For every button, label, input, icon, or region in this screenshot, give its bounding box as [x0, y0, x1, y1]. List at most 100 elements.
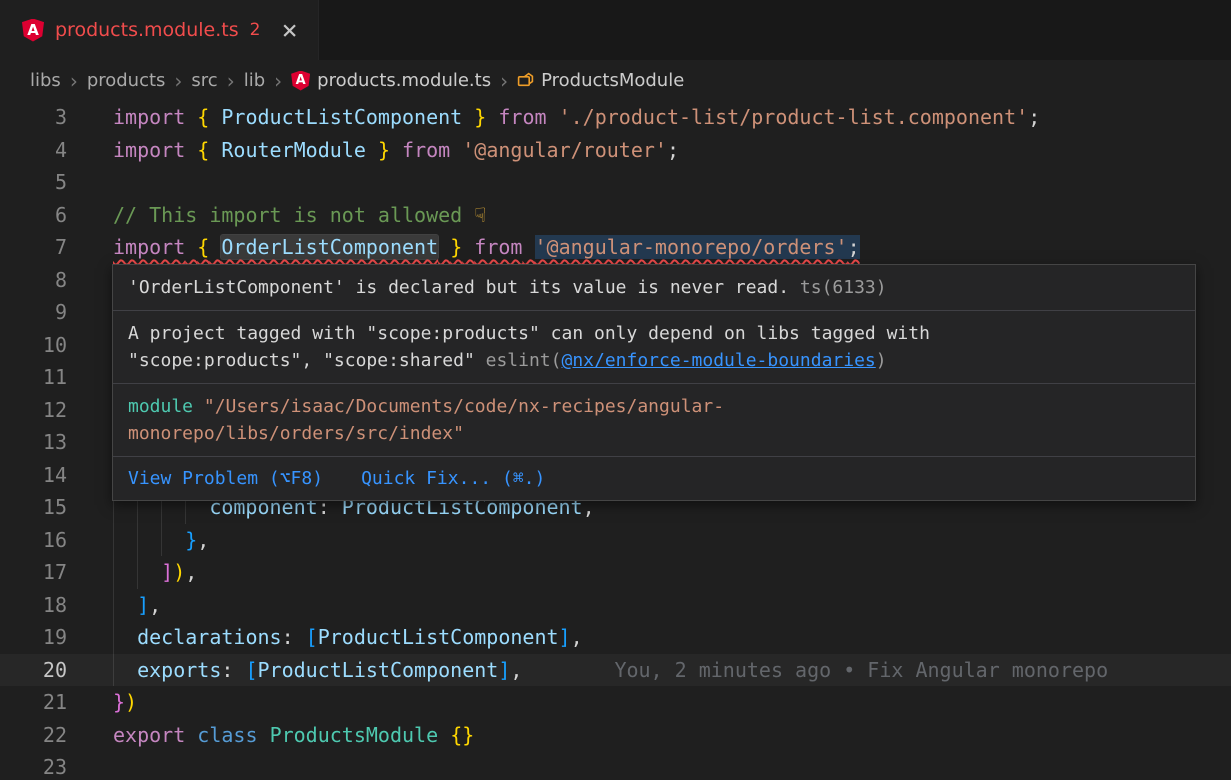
code-text[interactable]: // This import is not allowed ☟ [88, 199, 486, 232]
code-token [462, 235, 474, 259]
code-token: } [185, 528, 197, 552]
code-line[interactable]: 19declarations: [ProductListComponent], [0, 621, 1231, 654]
code-token: } [474, 105, 486, 129]
line-number[interactable]: 8 [0, 264, 88, 297]
code-token: '@angular/router' [462, 138, 667, 162]
code-line[interactable]: 20exports: [ProductListComponent],You, 2… [0, 654, 1231, 687]
hover-eslint-text1: A project tagged with "scope:products" c… [128, 323, 930, 344]
code-text[interactable]: }) [88, 686, 137, 719]
code-line[interactable]: 5 [0, 166, 1231, 199]
angular-file-icon: A [22, 19, 44, 42]
code-token [462, 105, 474, 129]
code-text[interactable]: ]), [88, 556, 197, 589]
code-token: export [113, 723, 185, 747]
code-text[interactable]: }, [88, 524, 209, 557]
close-icon[interactable]: × [281, 17, 297, 44]
line-number[interactable]: 13 [0, 426, 88, 459]
line-number[interactable]: 20 [0, 654, 88, 687]
code-token: , [197, 528, 209, 552]
code-line[interactable]: 3import { ProductListComponent } from '.… [0, 101, 1231, 134]
code-text[interactable] [88, 426, 113, 459]
code-token: RouterModule [221, 138, 366, 162]
code-text[interactable]: import { OrderListComponent } from '@ang… [88, 231, 860, 264]
code-token: [ [245, 658, 257, 682]
code-text[interactable] [88, 166, 113, 199]
breadcrumb-item-symbol[interactable]: ProductsModule [517, 70, 684, 91]
code-text[interactable] [88, 361, 113, 394]
line-number[interactable]: 23 [0, 751, 88, 780]
breadcrumb-item-src[interactable]: src [191, 70, 217, 91]
code-line[interactable]: 4import { RouterModule } from '@angular/… [0, 134, 1231, 167]
code-editor[interactable]: 3import { ProductListComponent } from '.… [0, 101, 1231, 780]
code-token: from [474, 235, 522, 259]
code-token: from [498, 105, 546, 129]
breadcrumb-item-file[interactable]: A products.module.ts [291, 70, 491, 91]
class-symbol-icon [517, 72, 534, 89]
angular-file-icon: A [291, 71, 310, 91]
code-text[interactable]: import { RouterModule } from '@angular/r… [88, 134, 679, 167]
code-line[interactable]: 7import { OrderListComponent } from '@an… [0, 231, 1231, 264]
code-text[interactable]: export class ProductsModule {} [88, 719, 474, 752]
line-number[interactable]: 19 [0, 621, 88, 654]
line-number[interactable]: 22 [0, 719, 88, 752]
code-line[interactable]: 18], [0, 589, 1231, 622]
eslint-rule-link[interactable]: @nx/enforce-module-boundaries [561, 350, 875, 371]
line-number[interactable]: 6 [0, 199, 88, 232]
indent-guide [113, 524, 137, 557]
code-line[interactable]: 23 [0, 751, 1231, 780]
line-number[interactable]: 4 [0, 134, 88, 167]
code-text[interactable] [88, 394, 113, 427]
code-text[interactable]: import { ProductListComponent } from './… [88, 101, 1040, 134]
breadcrumb-item-products[interactable]: products [87, 70, 166, 91]
code-text[interactable] [88, 751, 113, 780]
code-text[interactable] [88, 459, 113, 492]
line-number[interactable]: 3 [0, 101, 88, 134]
code-line[interactable]: 22export class ProductsModule {} [0, 719, 1231, 752]
hover-module-line1: module "/Users/isaac/Documents/code/nx-r… [128, 393, 1180, 420]
line-number[interactable]: 11 [0, 361, 88, 394]
line-number[interactable]: 9 [0, 296, 88, 329]
code-text[interactable] [88, 329, 113, 362]
code-token: './product-list/product-list.component' [559, 105, 1029, 129]
code-line[interactable]: 6// This import is not allowed ☟ [0, 199, 1231, 232]
line-number[interactable]: 10 [0, 329, 88, 362]
code-token: ; [667, 138, 679, 162]
line-number[interactable]: 7 [0, 231, 88, 264]
view-problem-button[interactable]: View Problem (⌥F8) [128, 465, 323, 492]
code-text[interactable]: exports: [ProductListComponent],You, 2 m… [88, 654, 1108, 687]
code-token: : [282, 625, 306, 649]
code-line[interactable]: 17]), [0, 556, 1231, 589]
line-number[interactable]: 14 [0, 459, 88, 492]
line-number[interactable]: 12 [0, 394, 88, 427]
line-number[interactable]: 17 [0, 556, 88, 589]
code-text[interactable] [88, 264, 113, 297]
code-text[interactable] [88, 296, 113, 329]
code-text[interactable]: ], [88, 589, 161, 622]
tab-products-module[interactable]: A products.module.ts 2 × [0, 0, 319, 60]
code-token: ProductListComponent [221, 105, 462, 129]
quick-fix-button[interactable]: Quick Fix... (⌘.) [361, 465, 545, 492]
tab-bar: A products.module.ts 2 × [0, 0, 1231, 60]
chevron-right-icon: › [500, 69, 508, 93]
code-line[interactable]: 21}) [0, 686, 1231, 719]
indent-guide [113, 589, 137, 622]
code-token: } [450, 235, 462, 259]
code-token: , [571, 625, 583, 649]
line-number[interactable]: 16 [0, 524, 88, 557]
breadcrumb-item-lib[interactable]: lib [244, 70, 265, 91]
line-number[interactable]: 15 [0, 491, 88, 524]
hover-ts-message: 'OrderListComponent' is declared but its… [128, 277, 789, 298]
tab-problems-badge: 2 [250, 20, 261, 40]
code-text[interactable]: declarations: [ProductListComponent], [88, 621, 583, 654]
line-number[interactable]: 18 [0, 589, 88, 622]
code-token: ; [848, 235, 860, 259]
code-token [209, 138, 221, 162]
code-token: // This import is not allowed [113, 203, 474, 227]
code-token [438, 723, 450, 747]
line-number[interactable]: 21 [0, 686, 88, 719]
code-line[interactable]: 16}, [0, 524, 1231, 557]
code-token: [ [306, 625, 318, 649]
line-number[interactable]: 5 [0, 166, 88, 199]
breadcrumb-item-libs[interactable]: libs [30, 70, 61, 91]
code-token [390, 138, 402, 162]
